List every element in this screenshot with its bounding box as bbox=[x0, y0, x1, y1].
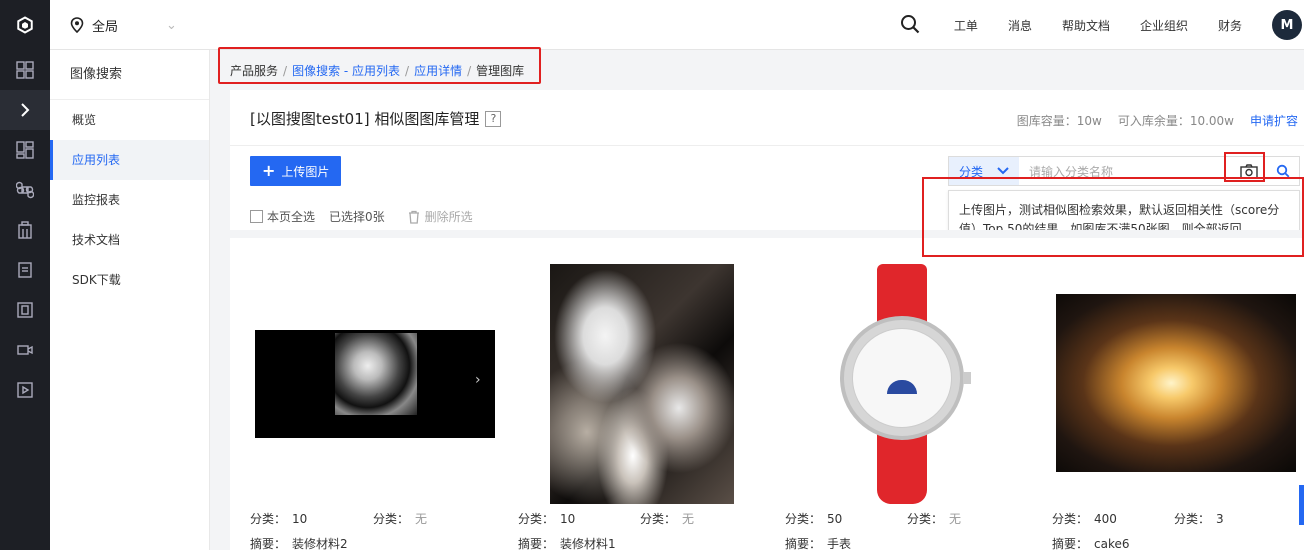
category-value: 无 bbox=[682, 512, 695, 526]
gallery-item-1-meta2: 分类： 无 bbox=[373, 510, 427, 527]
page-title: [以图搜图test01] 相似图图库管理 bbox=[250, 110, 480, 128]
category-label: 分类： bbox=[373, 512, 410, 526]
plus-icon: + bbox=[262, 161, 276, 180]
category-value: 无 bbox=[949, 512, 962, 526]
main-panel: [以图搜图test01] 相似图图库管理 ? 图库容量：10w 可入库余量：10… bbox=[230, 90, 1304, 550]
summary-label: 摘要： bbox=[785, 537, 822, 550]
select-all-label[interactable]: 本页全选 bbox=[267, 208, 315, 225]
sidebar-item-tech-docs[interactable]: 技术文档 bbox=[50, 220, 209, 260]
frame-icon[interactable] bbox=[0, 290, 50, 330]
sidebar-item-sdk[interactable]: SDK下载 bbox=[50, 260, 209, 300]
chevron-down-icon: ⌄ bbox=[166, 17, 177, 33]
gallery-image-2[interactable] bbox=[550, 264, 734, 504]
capacity-info: 图库容量：10w 可入库余量：10.00w 申请扩容 bbox=[1017, 112, 1298, 129]
summary-value: 手表 bbox=[827, 537, 852, 550]
category-value: 400 bbox=[1094, 512, 1117, 526]
sidebar-item-overview[interactable]: 概览 bbox=[50, 100, 209, 140]
trash-icon bbox=[408, 210, 419, 224]
gallery-image-3[interactable] bbox=[835, 264, 971, 504]
gallery-item-2-summary: 摘要： 装修材料1 bbox=[518, 535, 616, 550]
upload-label: 上传图片 bbox=[281, 164, 330, 179]
annotation-box-tooltip bbox=[922, 177, 1304, 257]
summary-value: 装修材料2 bbox=[292, 537, 348, 550]
grid-icon[interactable] bbox=[0, 130, 50, 170]
sidebar-item-monitoring[interactable]: 监控报表 bbox=[50, 180, 209, 220]
category-value: 10 bbox=[292, 512, 308, 526]
nav-help-docs[interactable]: 帮助文档 bbox=[1062, 17, 1110, 34]
nav-messages[interactable]: 消息 bbox=[1008, 17, 1032, 34]
play-icon[interactable] bbox=[0, 370, 50, 410]
annotation-box-breadcrumb bbox=[218, 47, 541, 84]
nav-ticket[interactable]: 工单 bbox=[954, 17, 978, 34]
category-label: 分类： bbox=[518, 512, 555, 526]
scrollbar[interactable] bbox=[1299, 485, 1304, 525]
document-icon[interactable] bbox=[0, 250, 50, 290]
gallery-item-4-meta2: 分类： 3 bbox=[1174, 510, 1224, 527]
nav-finance[interactable]: 财务 bbox=[1218, 17, 1242, 34]
region-selector[interactable]: 全局 ⌄ bbox=[70, 0, 177, 50]
summary-value: 装修材料1 bbox=[560, 537, 616, 550]
gallery-item-1-summary: 摘要： 装修材料2 bbox=[250, 535, 348, 550]
upload-image-button[interactable]: + 上传图片 bbox=[250, 156, 342, 186]
expand-icon[interactable] bbox=[0, 90, 50, 130]
command-icon[interactable] bbox=[0, 170, 50, 210]
product-sidebar: 图像搜索 概览 应用列表 监控报表 技术文档 SDK下载 bbox=[50, 50, 210, 550]
selected-count: 已选择0张 bbox=[329, 210, 385, 224]
divider bbox=[230, 145, 1304, 146]
summary-label: 摘要： bbox=[1052, 537, 1089, 550]
left-rail bbox=[0, 0, 50, 550]
summary-label: 摘要： bbox=[518, 537, 555, 550]
help-icon[interactable]: ? bbox=[485, 110, 502, 127]
apply-expansion-link[interactable]: 申请扩容 bbox=[1250, 112, 1298, 129]
gallery-image-4[interactable] bbox=[1056, 294, 1296, 472]
category-label: 分类： bbox=[640, 512, 677, 526]
category-value: 10 bbox=[560, 512, 576, 526]
delete-selected-button[interactable]: 删除所选 bbox=[407, 208, 473, 225]
gallery-item-4-meta: 分类： 400 bbox=[1052, 510, 1117, 527]
region-label: 全局 bbox=[92, 19, 119, 35]
avatar[interactable]: M bbox=[1272, 10, 1302, 40]
nav-enterprise[interactable]: 企业组织 bbox=[1140, 17, 1188, 34]
selection-bar: 本页全选 已选择0张 删除所选 bbox=[250, 208, 473, 225]
video-icon[interactable] bbox=[0, 330, 50, 370]
gallery-item-3-meta: 分类： 50 bbox=[785, 510, 842, 527]
chevron-down-icon bbox=[997, 167, 1009, 175]
logo-icon[interactable] bbox=[0, 0, 50, 50]
category-value: 50 bbox=[827, 512, 843, 526]
summary-label: 摘要： bbox=[250, 537, 287, 550]
sidebar-item-app-list[interactable]: 应用列表 bbox=[50, 140, 209, 180]
page-title-row: [以图搜图test01] 相似图图库管理 ? bbox=[250, 108, 502, 129]
summary-value: cake6 bbox=[1094, 537, 1130, 550]
gallery-item-1-meta: 分类： 10 bbox=[250, 510, 307, 527]
category-value: 3 bbox=[1216, 512, 1224, 526]
capacity-total: 图库容量：10w bbox=[1016, 114, 1102, 128]
category-value: 无 bbox=[415, 512, 428, 526]
category-label: 分类： bbox=[785, 512, 822, 526]
delete-selected-label: 删除所选 bbox=[424, 210, 473, 224]
top-bar: 全局 ⌄ 工单 消息 帮助文档 企业组织 财务 M bbox=[50, 0, 1304, 50]
sidebar-title: 图像搜索 bbox=[50, 50, 209, 100]
top-nav: 工单 消息 帮助文档 企业组织 财务 M bbox=[900, 0, 1304, 50]
search-icon[interactable] bbox=[900, 14, 920, 37]
gallery-image-1[interactable]: › bbox=[255, 330, 495, 438]
location-pin-icon bbox=[70, 17, 84, 33]
gallery-item-4-summary: 摘要： cake6 bbox=[1052, 535, 1130, 550]
select-all-checkbox[interactable] bbox=[250, 210, 263, 223]
category-label: 分类： bbox=[1174, 512, 1211, 526]
gallery-item-3-summary: 摘要： 手表 bbox=[785, 535, 851, 550]
gallery-item-3-meta2: 分类： 无 bbox=[907, 510, 961, 527]
gallery-item-2-meta: 分类： 10 bbox=[518, 510, 575, 527]
category-label: 分类： bbox=[1052, 512, 1089, 526]
capacity-remaining: 可入库余量：10.00w bbox=[1117, 114, 1234, 128]
category-label: 分类： bbox=[907, 512, 944, 526]
gallery-item-2-meta2: 分类： 无 bbox=[640, 510, 694, 527]
category-label: 分类： bbox=[250, 512, 287, 526]
building-icon[interactable] bbox=[0, 210, 50, 250]
dashboard-icon[interactable] bbox=[0, 50, 50, 90]
